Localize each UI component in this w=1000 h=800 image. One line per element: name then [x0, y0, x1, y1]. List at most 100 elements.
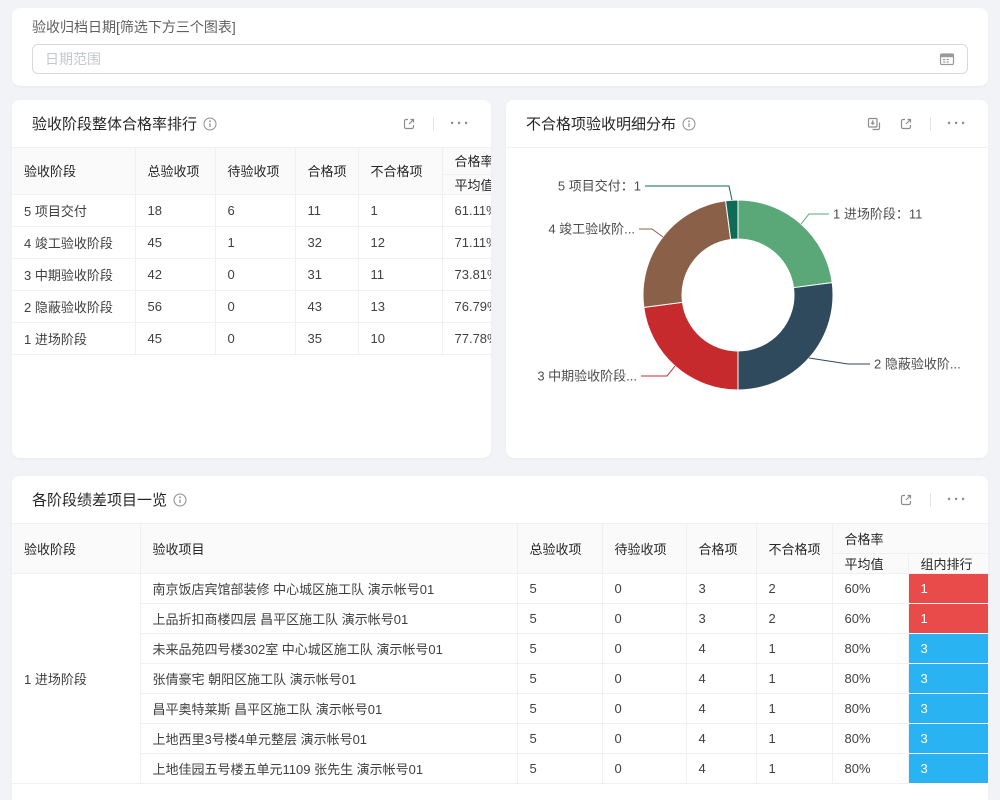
cell-total: 5 [517, 633, 602, 663]
more-icon[interactable]: ··· [450, 116, 471, 131]
cell-avg: 80% [832, 633, 908, 663]
donut-label-line [641, 366, 675, 376]
cell-stage: 5 项目交付 [12, 194, 135, 226]
fail-items-donut-chart: 1 进场阶段：112 隐蔽验收阶...3 中期验收阶段...4 竣工验收阶...… [506, 148, 988, 458]
table-row: 1 进场阶段450351077.78% [12, 322, 491, 354]
export-icon[interactable] [898, 492, 914, 508]
pass-rate-ranking-table: 验收阶段 总验收项 待验收项 合格项 不合格项 合格率 平均值 5 项目交付18… [12, 148, 491, 355]
cell-total: 5 [517, 573, 602, 603]
cell-total: 42 [135, 258, 215, 290]
donut-slice-1[interactable] [738, 200, 832, 288]
rank-badge-cell: 3 [908, 633, 988, 663]
cell-fail: 1 [756, 693, 832, 723]
info-icon[interactable] [203, 117, 217, 131]
col-rate-group: 合格率 [832, 524, 988, 553]
table-row: 5 项目交付18611161.11% [12, 194, 491, 226]
cell-total: 5 [517, 753, 602, 783]
col-stage: 验收阶段 [12, 524, 140, 573]
cell-pending: 0 [602, 723, 686, 753]
col-pass: 合格项 [686, 524, 756, 573]
table-row: 3 中期验收阶段420311173.81% [12, 258, 491, 290]
dashboard-page: 验收归档日期[筛选下方三个图表] 验收阶段整体合格率排行 [0, 0, 1000, 800]
cell-avg: 80% [832, 753, 908, 783]
donut-slice-3[interactable] [644, 302, 738, 390]
cell-avg: 61.11% [442, 194, 491, 226]
cell-pending: 0 [602, 633, 686, 663]
cell-pending: 6 [215, 194, 295, 226]
rank-badge-cell: 1 [908, 573, 988, 603]
worst-projects-table: 验收阶段 验收项目 总验收项 待验收项 合格项 不合格项 合格率 平均值 组内排… [12, 524, 988, 784]
col-fail: 不合格项 [358, 148, 442, 194]
cell-fail: 1 [756, 663, 832, 693]
col-rate-group: 合格率 [442, 148, 491, 174]
rank-badge-cell: 1 [908, 603, 988, 633]
export-icon[interactable] [401, 116, 417, 132]
donut-label-line [809, 358, 870, 364]
fail-items-distribution-title: 不合格项验收明细分布 [526, 113, 676, 134]
info-icon[interactable] [173, 493, 187, 507]
cell-pending: 1 [215, 226, 295, 258]
cell-stage: 4 竣工验收阶段 [12, 226, 135, 258]
col-rank: 组内排行 [908, 553, 988, 573]
cell-stage: 1 进场阶段 [12, 322, 135, 354]
cell-total: 5 [517, 723, 602, 753]
table-row: 4 竣工验收阶段451321271.11% [12, 226, 491, 258]
col-fail: 不合格项 [756, 524, 832, 573]
cell-pending: 0 [602, 753, 686, 783]
date-filter-card: 验收归档日期[筛选下方三个图表] [12, 8, 988, 86]
divider [930, 493, 931, 507]
date-range-picker[interactable] [32, 44, 968, 74]
donut-slice-2[interactable] [738, 283, 833, 390]
donut-label: 4 竣工验收阶... [548, 222, 635, 237]
cell-fail: 12 [358, 226, 442, 258]
export-icon[interactable] [898, 116, 914, 132]
donut-slice-4[interactable] [643, 201, 731, 308]
info-icon[interactable] [682, 117, 696, 131]
date-range-input[interactable] [45, 51, 939, 67]
rank-badge-cell: 3 [908, 693, 988, 723]
rank-badge-cell: 3 [908, 663, 988, 693]
cell-total: 45 [135, 226, 215, 258]
divider [433, 117, 434, 131]
donut-label: 1 进场阶段：11 [833, 207, 922, 222]
cell-fail: 11 [358, 258, 442, 290]
cell-pending: 0 [215, 322, 295, 354]
table-row: 未来品苑四号楼302室 中心城区施工队 演示帐号01504180%3 [12, 633, 988, 663]
cell-total: 18 [135, 194, 215, 226]
table-row: 2 隐蔽验收阶段560431376.79% [12, 290, 491, 322]
cell-fail: 10 [358, 322, 442, 354]
cell-fail: 1 [358, 194, 442, 226]
fail-items-distribution-card: 不合格项验收明细分布 [506, 100, 988, 458]
cell-pass: 4 [686, 723, 756, 753]
pass-rate-ranking-card: 验收阶段整体合格率排行 [12, 100, 491, 458]
cell-fail: 1 [756, 753, 832, 783]
cell-project: 张倩豪宅 朝阳区施工队 演示帐号01 [140, 663, 517, 693]
cell-project: 上地西里3号楼4单元整层 演示帐号01 [140, 723, 517, 753]
col-avg: 平均值 [832, 553, 908, 573]
cell-avg: 60% [832, 573, 908, 603]
col-avg: 平均值 [442, 174, 491, 194]
cell-pass: 3 [686, 603, 756, 633]
donut-label-line [639, 229, 663, 237]
cell-fail: 2 [756, 603, 832, 633]
table-row: 上地西里3号楼4单元整层 演示帐号01504180%3 [12, 723, 988, 753]
cell-total: 45 [135, 322, 215, 354]
cell-project: 未来品苑四号楼302室 中心城区施工队 演示帐号01 [140, 633, 517, 663]
cell-project: 南京饭店宾馆部装修 中心城区施工队 演示帐号01 [140, 573, 517, 603]
cell-pending: 0 [215, 290, 295, 322]
cell-fail: 2 [756, 573, 832, 603]
cell-stage-group: 1 进场阶段 [12, 573, 140, 783]
cell-project: 上地佳园五号楼五单元1109 张先生 演示帐号01 [140, 753, 517, 783]
calendar-icon[interactable] [939, 51, 955, 67]
date-filter-label: 验收归档日期[筛选下方三个图表] [32, 18, 968, 36]
more-icon[interactable]: ··· [947, 492, 968, 507]
cell-pending: 0 [215, 258, 295, 290]
worst-projects-title: 各阶段绩差项目一览 [32, 489, 167, 510]
more-icon[interactable]: ··· [947, 116, 968, 131]
cell-total: 5 [517, 663, 602, 693]
donut-label: 5 项目交付：1 [558, 179, 641, 194]
col-stage: 验收阶段 [12, 148, 135, 194]
table-row: 上品折扣商楼四层 昌平区施工队 演示帐号01503260%1 [12, 603, 988, 633]
table-row: 上地佳园五号楼五单元1109 张先生 演示帐号01504180%3 [12, 753, 988, 783]
save-image-icon[interactable] [866, 116, 882, 132]
